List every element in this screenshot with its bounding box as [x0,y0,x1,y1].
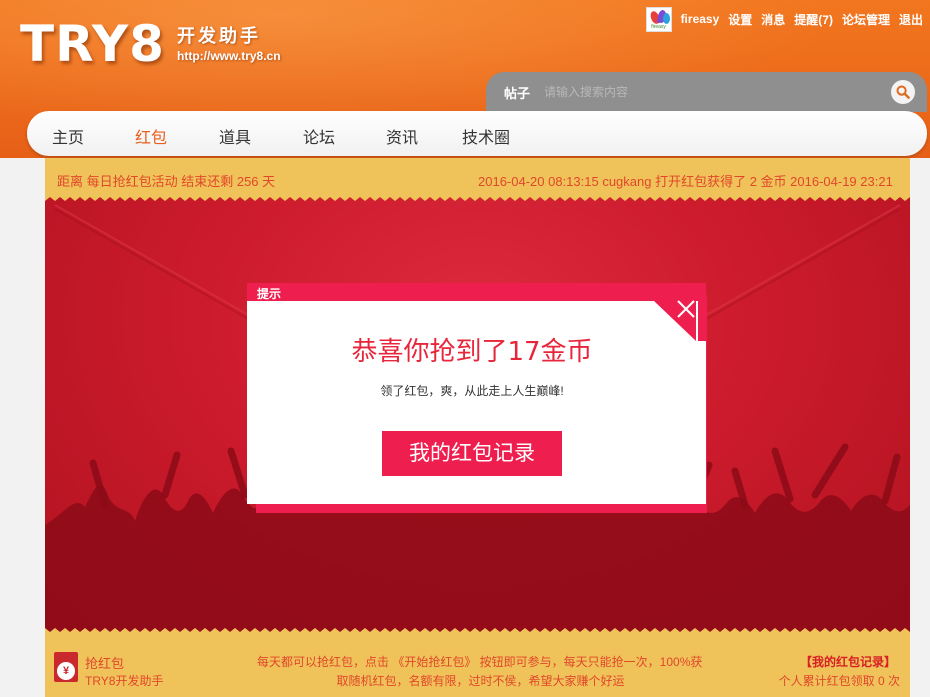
logo-tagline: 开发助手 [177,26,261,47]
reward-subtitle: 领了红包，爽，从此走上人生巅峰! [380,384,564,398]
avatar-caption: fireasy [651,23,666,30]
avatar[interactable]: fireasy [645,6,672,32]
logout-link[interactable]: 退出 [899,11,923,28]
user-toolbar: fireasy fireasy 设置 消息 提醒(7) 论坛管理 退出 [645,6,923,32]
reward-headline: 恭喜你抢到了17金币 [351,337,593,367]
logo-text: TRY8 [20,15,165,73]
search-button[interactable] [891,80,915,104]
dialog-titlebar: 提示 [247,283,706,301]
messages-link[interactable]: 消息 [761,11,785,28]
reward-dialog: 提示 恭喜你抢到了17金币 领了红包，爽，从此走上人生巅峰! 我的红包记录 [247,283,706,504]
yuan-icon: ¥ [57,662,75,680]
my-red-packet-records-button[interactable]: 我的红包记录 [382,431,562,476]
site-header: TRY8 开发助手 http://www.try8.cn fireasy fir… [0,0,930,158]
nav-props[interactable]: 道具 [219,124,251,148]
footer-title: 抢红包 [85,656,125,671]
red-packet-icon: ¥ [54,652,78,682]
my-records-link[interactable]: 【我的红包记录】 [800,653,896,670]
main-nav: 主页 红包 道具 论坛 资讯 技术圈 [27,111,927,156]
activity-countdown: 距离 每日抢红包活动 结束还剩 256 天 [57,174,276,189]
search-icon [896,85,910,99]
search-bar: 帖子 [486,72,927,112]
logo-url: http://www.try8.cn [177,49,281,63]
avatar-petal [662,12,670,24]
nav-home[interactable]: 主页 [52,124,84,148]
settings-link[interactable]: 设置 [728,11,752,28]
search-input[interactable] [544,81,864,103]
claim-count: 个人累计红包领取 0 次 [778,674,900,688]
footer-description-line1: 每天都可以抢红包，点击 《开始抢红包》 按钮即可参与，每天只能抢一次，100%获 [257,655,703,669]
close-icon[interactable] [675,298,697,320]
nav-tech-circle[interactable]: 技术圈 [462,124,510,148]
forum-admin-link[interactable]: 论坛管理 [842,11,890,28]
info-footer: ¥ 抢红包 TRY8开发助手 每天都可以抢红包，点击 《开始抢红包》 按钮即可参… [45,636,910,697]
nav-forum[interactable]: 论坛 [303,124,335,148]
footer-subtitle: TRY8开发助手 [85,674,164,688]
nav-news[interactable]: 资讯 [386,124,418,148]
search-type-selector[interactable]: 帖子 [504,83,530,102]
envelope-zigzag-top [45,195,910,201]
nav-red-packet[interactable]: 红包 [135,124,167,148]
dialog-title: 提示 [257,287,282,301]
reminders-link[interactable]: 提醒(7) [794,11,833,28]
notice-bar: 距离 每日抢红包活动 结束还剩 256 天 2016-04-20 08:13:1… [45,158,910,195]
winner-ticker: 2016-04-20 08:13:15 cugkang 打开红包获得了 2 金币… [478,174,893,189]
username-link[interactable]: fireasy [681,12,720,26]
footer-description-line2: 取随机红包，名额有限，过时不侯，希望大家赚个好运 [336,674,625,688]
